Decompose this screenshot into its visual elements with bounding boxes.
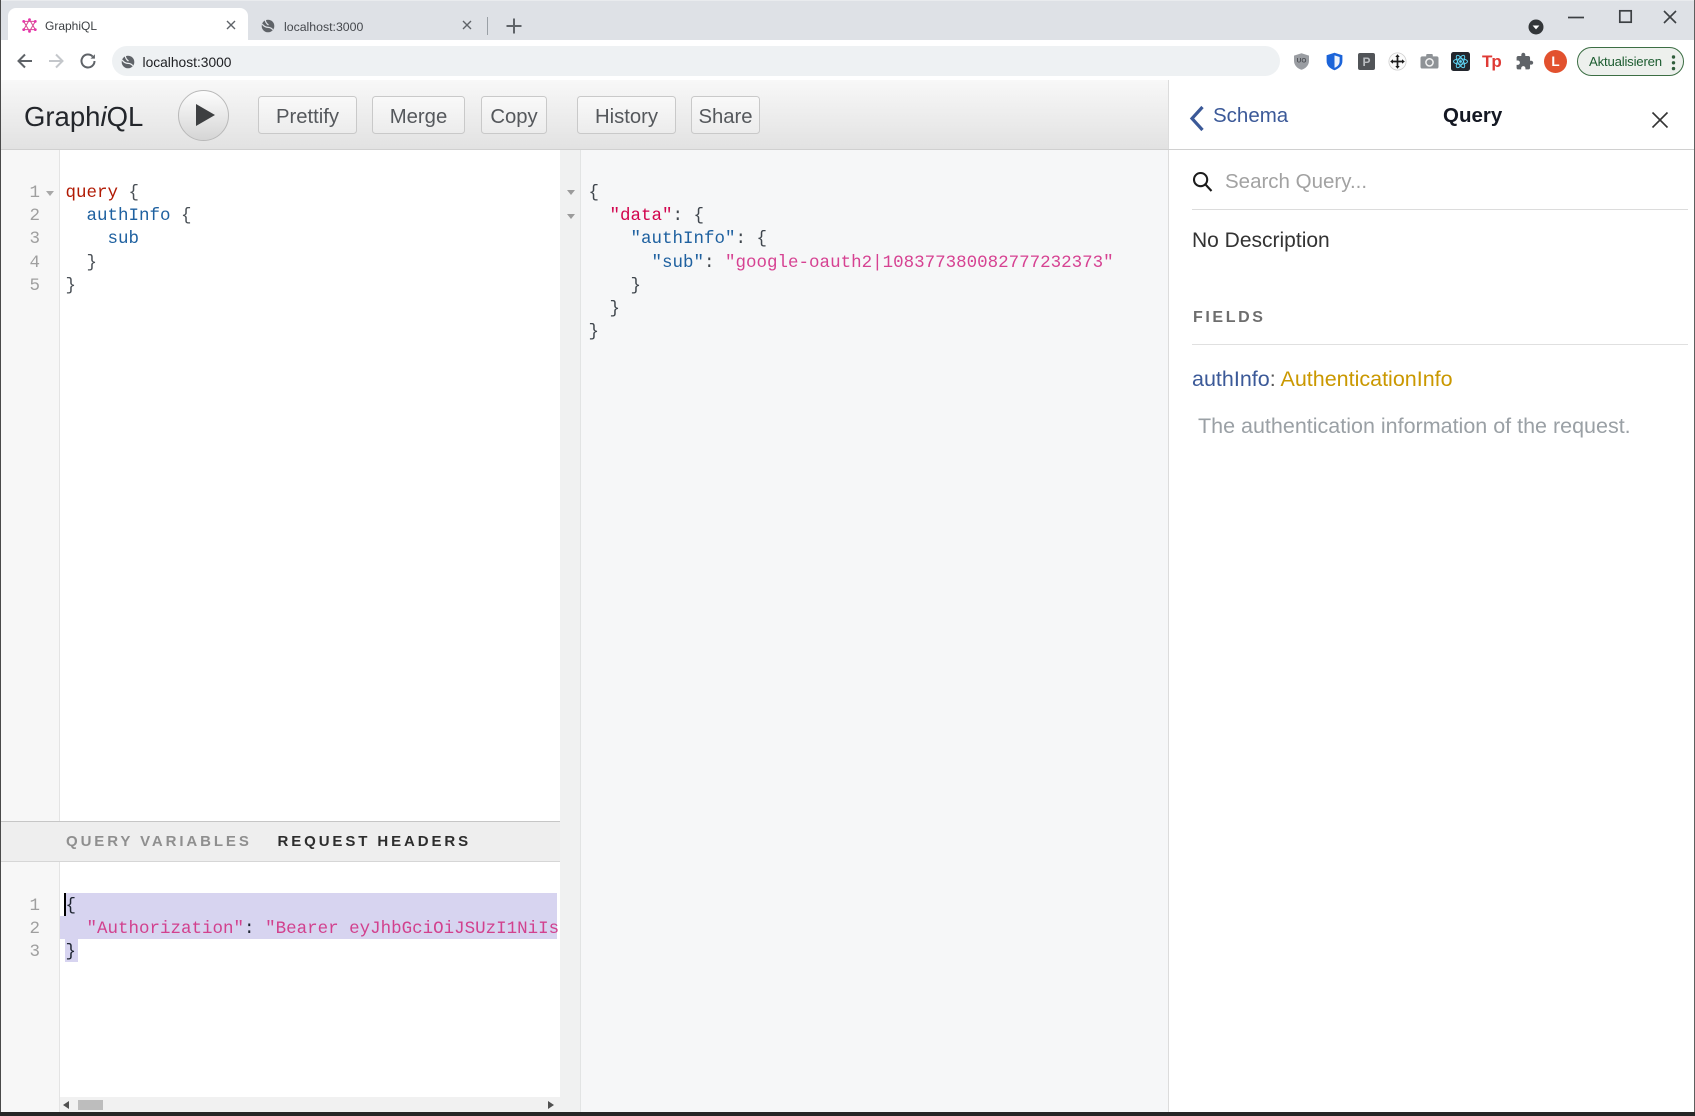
svg-text:UO: UO <box>1297 58 1307 65</box>
svg-text:P: P <box>1362 55 1370 69</box>
